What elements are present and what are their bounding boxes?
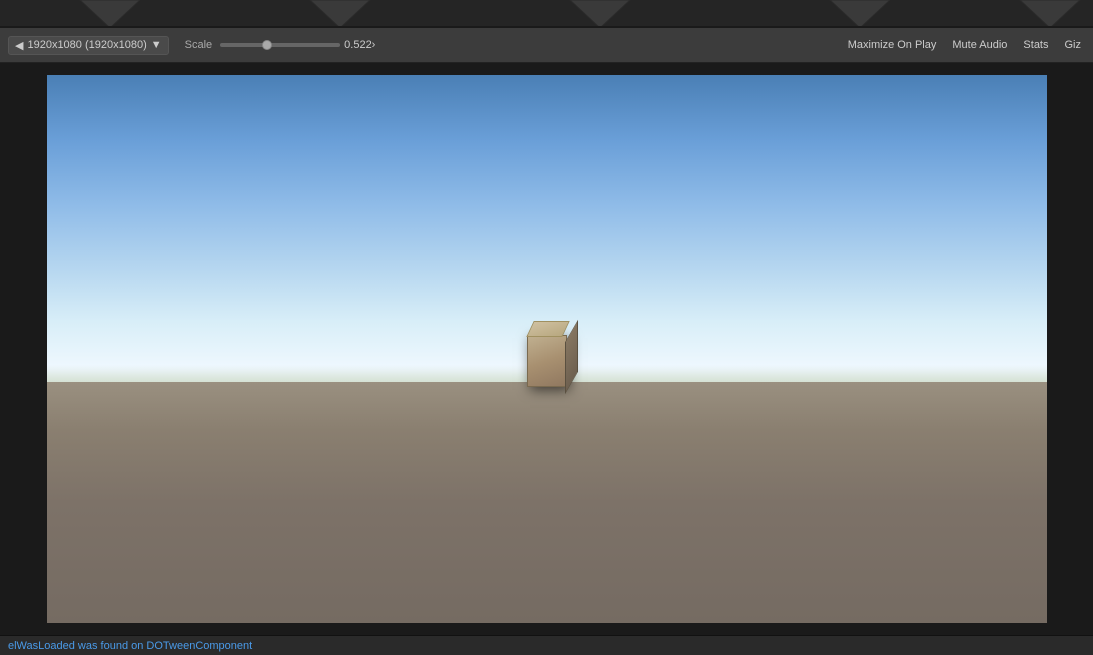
game-view-wrapper [0, 63, 1093, 635]
scale-slider-thumb [262, 40, 272, 50]
resolution-label: 1920x1080 (1920x1080) [27, 39, 146, 51]
scale-slider-container: 0.522› [220, 39, 375, 51]
unity-editor: ◀ 1920x1080 (1920x1080) ▼ Scale 0.522› M… [0, 0, 1093, 655]
gizmos-button[interactable]: Giz [1061, 37, 1086, 53]
stats-button[interactable]: Stats [1019, 37, 1052, 53]
game-canvas [47, 75, 1047, 623]
toolbar-right-buttons: Maximize On Play Mute Audio Stats Giz [844, 37, 1085, 53]
scale-value: 0.522› [344, 39, 375, 51]
cube-object-container [527, 335, 567, 387]
status-message: elWasLoaded was found on DOTweenComponen… [8, 640, 252, 652]
cube-3d [527, 335, 567, 387]
scale-slider[interactable] [220, 43, 340, 47]
ground-plane [47, 382, 1047, 623]
resolution-dropdown[interactable]: ◀ 1920x1080 (1920x1080) ▼ [8, 36, 169, 55]
tab-triangles-svg [0, 0, 1093, 28]
cube-top-face [526, 321, 569, 337]
tab-triangle-area [0, 0, 1093, 28]
game-view-toolbar: ◀ 1920x1080 (1920x1080) ▼ Scale 0.522› M… [0, 28, 1093, 63]
status-bar: elWasLoaded was found on DOTweenComponen… [0, 635, 1093, 655]
mute-audio-button[interactable]: Mute Audio [948, 37, 1011, 53]
scale-label: Scale [185, 39, 213, 51]
cube-front-face [527, 335, 567, 387]
dropdown-arrow-left: ◀ [15, 39, 23, 52]
dropdown-arrow-right: ▼ [151, 39, 162, 51]
maximize-on-play-button[interactable]: Maximize On Play [844, 37, 941, 53]
